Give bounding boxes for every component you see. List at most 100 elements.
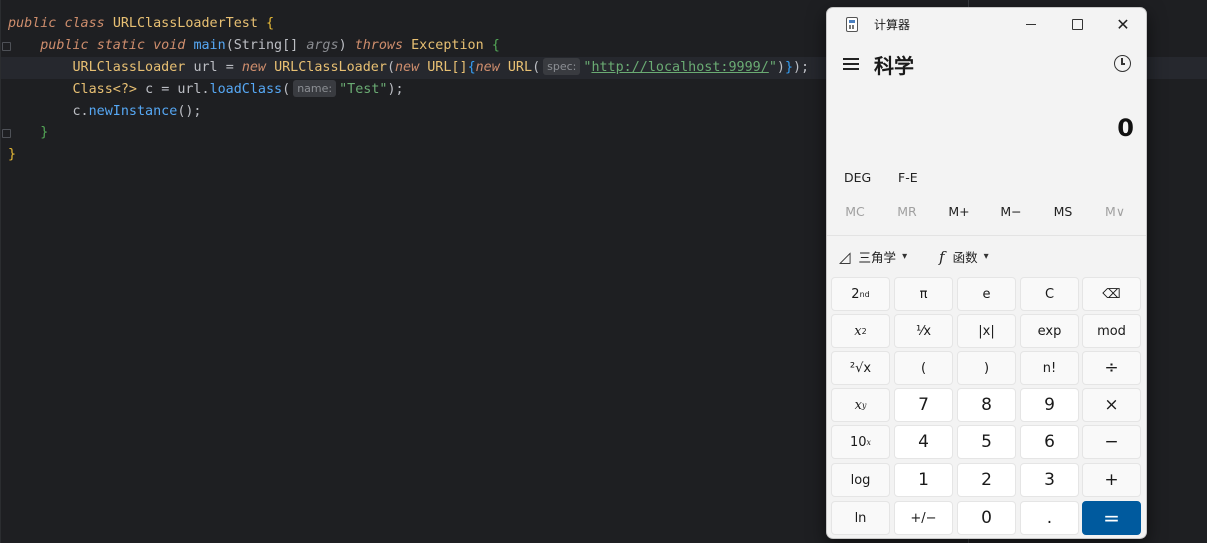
left-paren-key[interactable]: ( (894, 351, 953, 385)
memory-subtract-button[interactable]: M− (986, 204, 1036, 219)
code-line-3[interactable]: URLClassLoader url = new URLClassLoader(… (8, 57, 809, 79)
variable: url (193, 60, 218, 75)
right-paren-key[interactable]: ) (957, 351, 1016, 385)
square-root-key[interactable]: ²√x (831, 351, 890, 385)
url-link[interactable]: http://localhost:9999/ (591, 60, 768, 75)
code-line-5[interactable]: c.newInstance(); (8, 101, 202, 123)
brace: { (467, 60, 476, 75)
mod-key[interactable]: mod (1082, 314, 1141, 348)
paren: ( (386, 60, 395, 75)
digit-9-key[interactable]: 9 (1020, 388, 1079, 422)
code-line-1[interactable]: public class URLClassLoaderTest { (8, 13, 274, 35)
hamburger-icon (843, 63, 859, 65)
code-line-2[interactable]: public static void main(String[] args) t… (8, 35, 500, 57)
keyword: new (475, 60, 500, 75)
clear-key[interactable]: C (1020, 277, 1079, 311)
paren: ); (793, 60, 810, 75)
string-literal: "Test" (339, 82, 388, 97)
maximize-button[interactable] (1054, 8, 1100, 40)
operator: = (225, 60, 234, 75)
key-label: x (854, 323, 862, 339)
factorial-key[interactable]: n! (1020, 351, 1079, 385)
negate-key[interactable]: +/− (894, 501, 953, 535)
digit-1-key[interactable]: 1 (894, 463, 953, 497)
backspace-icon: ⌫ (1102, 286, 1121, 302)
power-key[interactable]: xy (831, 388, 890, 422)
plus-key[interactable]: + (1082, 463, 1141, 497)
class-name: URLClassLoader (274, 60, 387, 75)
type-name: String[] (233, 38, 299, 53)
equals-key[interactable]: = (1082, 501, 1141, 535)
history-icon[interactable] (1114, 55, 1131, 72)
paren: (); (177, 104, 202, 119)
key-superscript: nd (859, 289, 870, 299)
keyword: void (153, 38, 186, 53)
decimal-key[interactable]: . (1020, 501, 1079, 535)
angle-unit-button[interactable]: DEG (844, 170, 871, 185)
log-key[interactable]: log (831, 463, 890, 497)
title-bar[interactable]: 计算器 ✕ (827, 8, 1146, 40)
keyword: class (64, 16, 105, 31)
memory-add-button[interactable]: M+ (934, 204, 984, 219)
divide-key[interactable]: ÷ (1082, 351, 1141, 385)
ln-key[interactable]: ln (831, 501, 890, 535)
memory-store-button[interactable]: MS (1038, 204, 1088, 219)
exception-name: Exception (411, 38, 484, 53)
function-dropdown[interactable]: f 函数 ▾ (939, 247, 989, 266)
digit-0-key[interactable]: 0 (957, 501, 1016, 535)
method-name: loadClass (209, 82, 283, 97)
reciprocal-key[interactable]: ¹⁄x (894, 314, 953, 348)
e-key[interactable]: e (957, 277, 1016, 311)
keyword: public (8, 16, 57, 31)
keyword: new (395, 60, 420, 75)
digit-3-key[interactable]: 3 (1020, 463, 1079, 497)
digit-4-key[interactable]: 4 (894, 425, 953, 459)
operator: = (161, 82, 170, 97)
second-function-key[interactable]: 2nd (831, 277, 890, 311)
method-name: newInstance (88, 104, 178, 119)
paren: ( (532, 60, 541, 75)
brace: { (491, 38, 500, 53)
brace: } (8, 147, 17, 162)
fe-button[interactable]: F-E (898, 170, 918, 185)
close-button[interactable]: ✕ (1100, 8, 1146, 40)
trigonometry-label: 三角学 (858, 250, 897, 265)
menu-button[interactable] (843, 58, 859, 70)
keyword: static (96, 38, 146, 53)
class-name: URL[] (427, 60, 468, 75)
window-title: 计算器 (874, 18, 911, 32)
code-line-7[interactable]: } (8, 144, 16, 166)
absolute-value-key[interactable]: |x| (957, 314, 1016, 348)
gutter-border (0, 0, 1, 543)
calculator-app-icon (846, 17, 858, 32)
memory-clear-button[interactable]: MC (830, 204, 880, 219)
digit-6-key[interactable]: 6 (1020, 425, 1079, 459)
key-label: 2 (851, 286, 860, 302)
code-line-6[interactable]: } (8, 122, 48, 144)
brace: } (784, 60, 793, 75)
digit-2-key[interactable]: 2 (957, 463, 1016, 497)
square-key[interactable]: x2 (831, 314, 890, 348)
backspace-key[interactable]: ⌫ (1082, 277, 1141, 311)
memory-recall-button[interactable]: MR (882, 204, 932, 219)
multiply-key[interactable]: × (1082, 388, 1141, 422)
pi-key[interactable]: π (894, 277, 953, 311)
keyword: new (241, 60, 266, 75)
variable: url. (177, 82, 210, 97)
paren: ); (387, 82, 404, 97)
digit-7-key[interactable]: 7 (894, 388, 953, 422)
digit-5-key[interactable]: 5 (957, 425, 1016, 459)
trigonometry-dropdown[interactable]: ◿ 三角学 ▾ (839, 247, 907, 266)
exp-key[interactable]: exp (1020, 314, 1079, 348)
minus-key[interactable]: − (1082, 425, 1141, 459)
paren: ( (225, 38, 234, 53)
digit-8-key[interactable]: 8 (957, 388, 1016, 422)
code-line-4[interactable]: Class<?> c = url.loadClass(name: "Test"); (8, 79, 404, 101)
keyword: public (40, 38, 89, 53)
memory-list-button[interactable]: M∨ (1090, 204, 1140, 219)
hamburger-icon (843, 58, 859, 60)
minimize-button[interactable] (1008, 8, 1054, 40)
paren: ) (776, 60, 785, 75)
calculator-window[interactable]: 计算器 ✕ 科学 0 DEG F-E MC MR M+ M− MS M∨ ◿ 三… (826, 7, 1147, 539)
ten-power-key[interactable]: 10 x (831, 425, 890, 459)
